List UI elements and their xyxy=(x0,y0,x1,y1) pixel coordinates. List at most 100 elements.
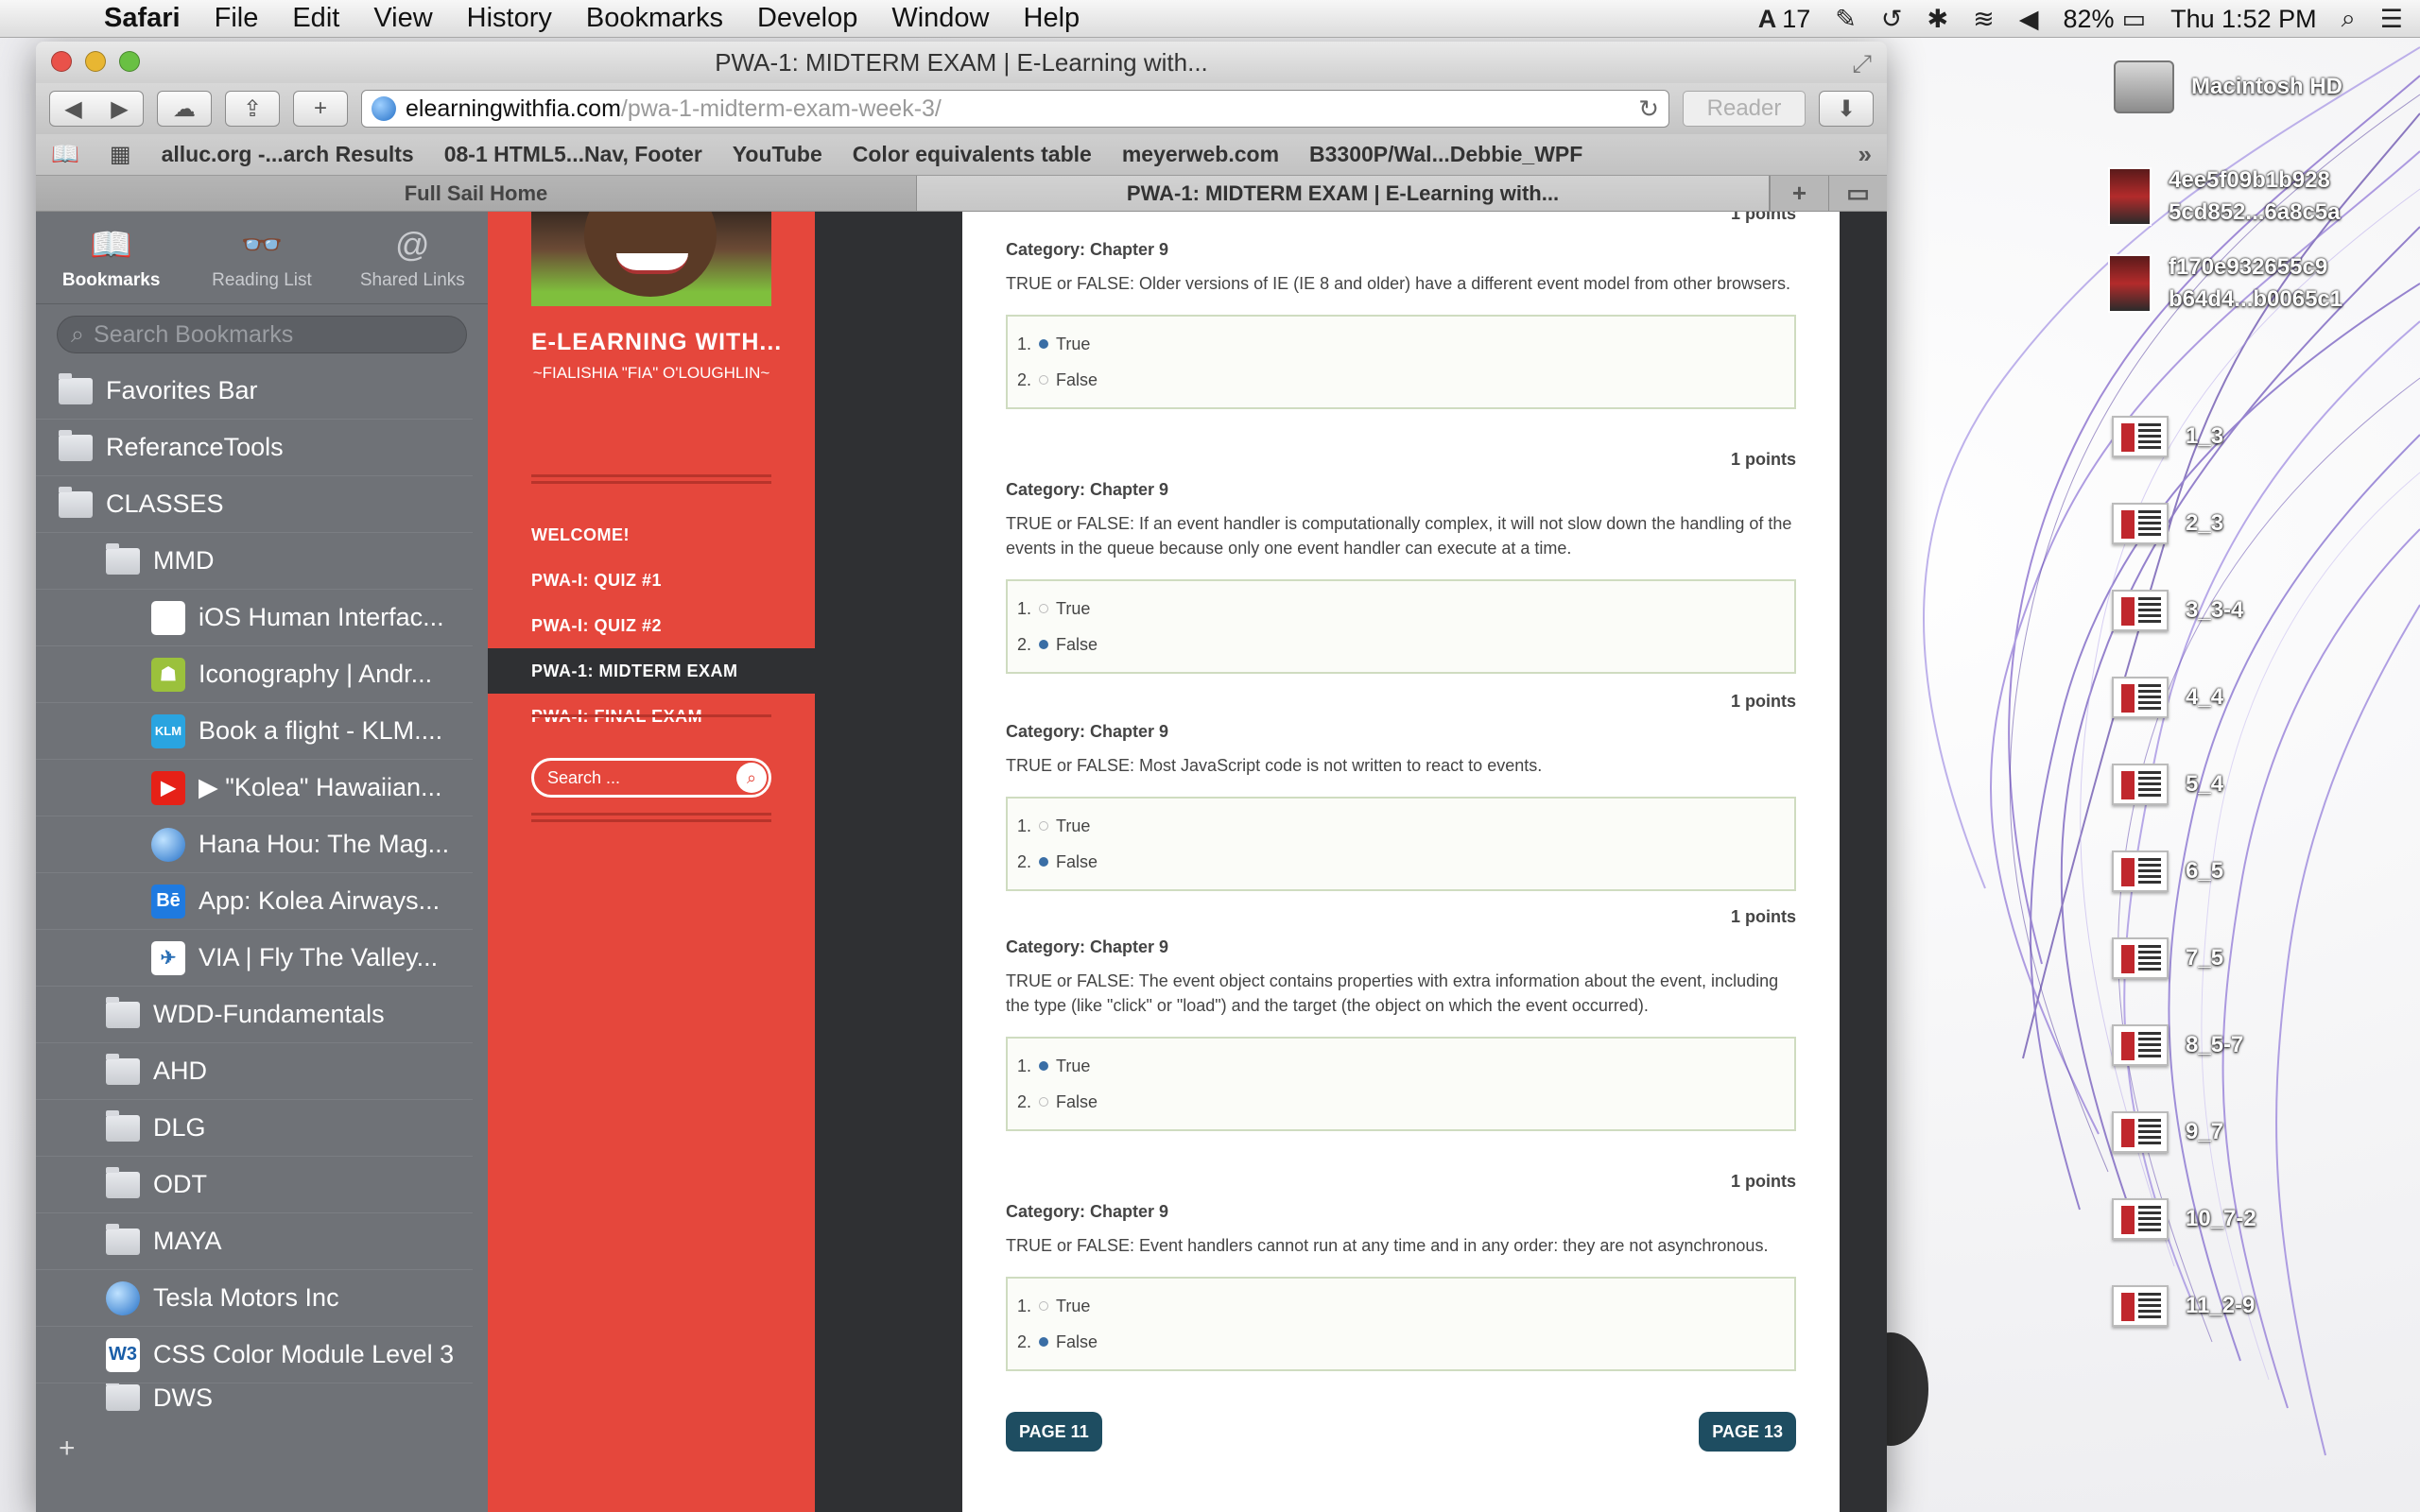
nav-midterm-exam[interactable]: PWA-1: MIDTERM EXAM xyxy=(488,648,815,694)
answer-option[interactable]: 1. True xyxy=(1017,326,1785,362)
radio-button[interactable] xyxy=(1039,857,1049,867)
fullscreen-icon[interactable]: ⤢ xyxy=(1852,49,1872,79)
menu-clock[interactable]: Thu 1:52 PM xyxy=(2170,5,2317,34)
sidebar-item-dlg[interactable]: DLG xyxy=(36,1100,473,1157)
show-sidebar-book-icon[interactable]: 📖 xyxy=(51,141,79,168)
answer-option[interactable]: 2. False xyxy=(1017,844,1785,880)
new-tab-plus-icon[interactable]: + xyxy=(1770,176,1828,211)
favorite-link[interactable]: Color equivalents table xyxy=(853,142,1092,167)
reload-icon[interactable]: ↻ xyxy=(1638,94,1659,124)
sidebar-item-mmd[interactable]: MMD xyxy=(36,533,473,590)
answer-option[interactable]: 1. True xyxy=(1017,591,1785,627)
menu-file[interactable]: File xyxy=(215,3,259,34)
wifi-icon[interactable]: ≋ xyxy=(1973,5,1995,34)
radio-button[interactable] xyxy=(1039,821,1049,831)
desktop-file[interactable]: 8_5-7 xyxy=(2112,1024,2243,1066)
answer-option[interactable]: 2. False xyxy=(1017,627,1785,662)
sidebar-item-kolea-airways[interactable]: Bē App: Kolea Airways... xyxy=(36,873,473,930)
adobe-icon[interactable]: A xyxy=(1758,5,1777,34)
bluetooth-icon[interactable]: ✱ xyxy=(1927,5,1949,34)
favorite-link[interactable]: alluc.org -...arch Results xyxy=(162,142,414,167)
sidebar-item-tesla[interactable]: Tesla Motors Inc xyxy=(36,1270,473,1327)
desktop-file[interactable]: 4_4 xyxy=(2112,677,2223,718)
sidebar-item-ahd[interactable]: AHD xyxy=(36,1043,473,1100)
tab-overview-icon[interactable]: ▭ xyxy=(1828,176,1887,211)
sidebar-item-css-color[interactable]: W3 CSS Color Module Level 3 xyxy=(36,1327,473,1383)
next-page-button[interactable]: PAGE 13 xyxy=(1699,1412,1796,1452)
back-arrow-icon[interactable]: ◀ xyxy=(64,95,81,123)
add-bookmark-button[interactable]: + xyxy=(293,91,348,127)
radio-button[interactable] xyxy=(1039,375,1049,385)
desktop-file[interactable]: 5_4 xyxy=(2112,764,2223,805)
menu-view[interactable]: View xyxy=(373,3,432,34)
icloud-tabs-button[interactable]: ☁ xyxy=(157,91,212,127)
desktop-file[interactable]: 3_3-4 xyxy=(2112,590,2243,631)
sidebar-item-hana-hou[interactable]: Hana Hou: The Mag... xyxy=(36,816,473,873)
desktop-file[interactable]: 2_3 xyxy=(2112,503,2223,544)
answer-option[interactable]: 2. False xyxy=(1017,1324,1785,1360)
desktop-file[interactable]: 11_2-9 xyxy=(2112,1285,2255,1327)
sidebar-item-youtube-kolea[interactable]: ▶ ▶ "Kolea" Hawaiian... xyxy=(36,760,473,816)
desktop-image-file[interactable]: 4ee5f09b1b928 5cd852...6a8c5a xyxy=(2108,164,2377,229)
sidebar-item-classes[interactable]: CLASSES xyxy=(36,476,473,533)
favorite-link[interactable]: 08-1 HTML5...Nav, Footer xyxy=(444,142,702,167)
favorite-link[interactable]: YouTube xyxy=(733,142,822,167)
desktop-file[interactable]: 10_7-2 xyxy=(2112,1198,2256,1240)
tab-full-sail-home[interactable]: Full Sail Home xyxy=(36,176,917,211)
menu-develop[interactable]: Develop xyxy=(757,3,857,34)
search-icon[interactable]: ⌕ xyxy=(736,763,767,793)
favorite-link[interactable]: meyerweb.com xyxy=(1122,142,1279,167)
battery-icon[interactable]: ▭ xyxy=(2122,5,2147,34)
answer-option[interactable]: 1. True xyxy=(1017,808,1785,844)
answer-option[interactable]: 2. False xyxy=(1017,362,1785,398)
evernote-icon[interactable]: ✎ xyxy=(1835,5,1857,34)
menu-help[interactable]: Help xyxy=(1024,3,1080,34)
sidebar-item-via[interactable]: ✈ VIA | Fly The Valley... xyxy=(36,930,473,987)
radio-button[interactable] xyxy=(1039,1097,1049,1107)
desktop-file[interactable]: 6_5 xyxy=(2112,850,2223,892)
sidebar-item-odt[interactable]: ODT xyxy=(36,1157,473,1213)
volume-icon[interactable]: ◀ xyxy=(2019,5,2039,34)
macintosh-hd-icon[interactable]: Macintosh HD xyxy=(2114,60,2342,113)
sidebar-item-maya[interactable]: MAYA xyxy=(36,1213,473,1270)
sidebar-item-wdd-fundamentals[interactable]: WDD-Fundamentals xyxy=(36,987,473,1043)
radio-button[interactable] xyxy=(1039,1301,1049,1311)
answer-option[interactable]: 1. True xyxy=(1017,1048,1785,1084)
answer-option[interactable]: 1. True xyxy=(1017,1288,1785,1324)
top-sites-grid-icon[interactable]: ▦ xyxy=(110,141,131,168)
menu-window[interactable]: Window xyxy=(891,3,989,34)
forward-arrow-icon[interactable]: ▶ xyxy=(111,95,128,123)
sidebar-tab-reading-list[interactable]: 👓 Reading List xyxy=(186,212,337,303)
tab-midterm-exam[interactable]: PWA-1: MIDTERM EXAM | E-Learning with... xyxy=(917,176,1770,211)
minimize-window-button[interactable] xyxy=(85,51,106,72)
address-bar[interactable]: elearningwithfia.com/pwa-1-midterm-exam-… xyxy=(361,90,1669,128)
site-title[interactable]: E-LEARNING WITH... xyxy=(531,329,786,356)
menu-bookmarks[interactable]: Bookmarks xyxy=(586,3,723,34)
menu-history[interactable]: History xyxy=(467,3,552,34)
desktop-image-file[interactable]: f170e932655c9 b64d4...b0065c1 xyxy=(2108,251,2377,316)
favorite-link[interactable]: B3300P/Wal...Debbie_WPF xyxy=(1309,142,1582,167)
sidebar-tab-bookmarks[interactable]: 📖 Bookmarks xyxy=(36,212,186,303)
desktop-file[interactable]: 7_5 xyxy=(2112,937,2223,979)
site-search-input[interactable]: Search ... ⌕ xyxy=(531,758,771,798)
downloads-button[interactable]: ⬇ xyxy=(1819,91,1874,127)
desktop-file[interactable]: 9_7 xyxy=(2112,1111,2223,1153)
desktop-file[interactable]: 1_3 xyxy=(2112,416,2223,457)
close-window-button[interactable] xyxy=(51,51,72,72)
add-bookmark-folder-icon[interactable]: + xyxy=(59,1433,76,1465)
radio-button[interactable] xyxy=(1039,1337,1049,1347)
sidebar-item-iconography[interactable]: ☗ Iconography | Andr... xyxy=(36,646,473,703)
zoom-window-button[interactable] xyxy=(119,51,140,72)
nav-quiz-1[interactable]: PWA-I: QUIZ #1 xyxy=(488,558,815,603)
time-machine-icon[interactable]: ↺ xyxy=(1881,5,1903,34)
radio-button[interactable] xyxy=(1039,1061,1049,1071)
more-favorites-chevron-icon[interactable]: » xyxy=(1858,140,1872,169)
menu-app-safari[interactable]: Safari xyxy=(104,3,181,34)
reader-button[interactable]: Reader xyxy=(1683,91,1806,127)
sidebar-item-ios-hig[interactable]: iOS Human Interfac... xyxy=(36,590,473,646)
nav-welcome[interactable]: WELCOME! xyxy=(488,512,815,558)
sidebar-item-klm[interactable]: KLM Book a flight - KLM.... xyxy=(36,703,473,760)
radio-button[interactable] xyxy=(1039,640,1049,649)
bookmarks-search-input[interactable]: ⌕ Search Bookmarks xyxy=(57,316,467,353)
sidebar-tab-shared-links[interactable]: @ Shared Links xyxy=(337,212,488,303)
